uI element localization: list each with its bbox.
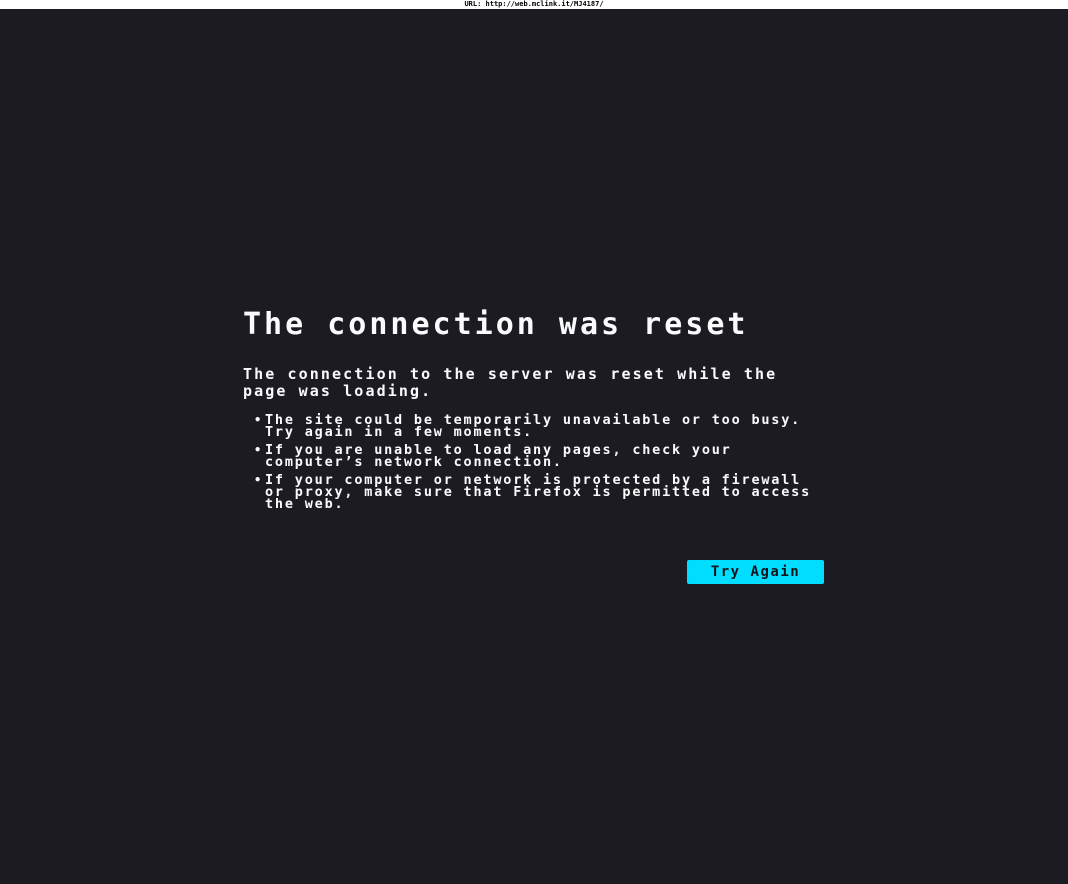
bullet-icon: • (254, 413, 264, 427)
bullet-icon: • (254, 473, 264, 487)
error-page: The connection was reset The connection … (243, 307, 825, 584)
button-row: Try Again (687, 560, 824, 584)
list-item: • The site could be temporarily unavaila… (254, 412, 825, 440)
error-title: The connection was reset (243, 307, 749, 342)
suggestion-text: If your computer or network is protected… (265, 472, 812, 512)
list-item: • If you are unable to load any pages, c… (254, 442, 825, 470)
url-bar: URL: http://web.mclink.it/MJ4187/ (0, 0, 1068, 9)
error-suggestions-list: • The site could be temporarily unavaila… (243, 412, 825, 512)
list-item: • If your computer or network is protect… (254, 472, 825, 512)
error-description: The connection to the server was reset w… (243, 365, 778, 400)
suggestion-text: If you are unable to load any pages, che… (265, 442, 732, 470)
bullet-icon: • (254, 443, 264, 457)
suggestion-text: The site could be temporarily unavailabl… (265, 412, 802, 440)
try-again-button[interactable]: Try Again (687, 560, 824, 584)
